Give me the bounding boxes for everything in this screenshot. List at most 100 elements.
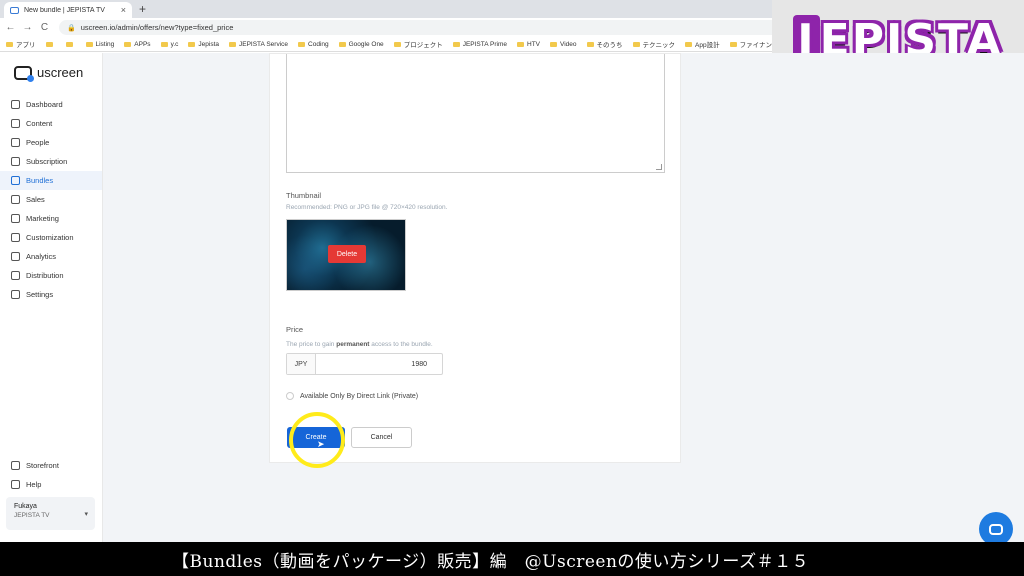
bookmark-label: そのうち <box>596 42 623 49</box>
sidebar-item-label: People <box>26 138 50 147</box>
chevron-down-icon: ▾ <box>84 511 88 518</box>
browser-tab[interactable]: New bundle | JEPISTA TV × <box>4 2 132 18</box>
sidebar-item-marketing[interactable]: Marketing <box>0 209 102 228</box>
thumbnail-hint: Recommended: PNG or JPG file @ 720×420 r… <box>286 204 448 211</box>
bookmark-label: JEPISTA Service <box>239 40 289 48</box>
uscreen-logo-icon <box>14 65 34 82</box>
thumbnail-label: Thumbnail <box>286 191 322 200</box>
bookmark-item[interactable]: HTV <box>517 41 540 48</box>
refresh-icon <box>11 157 20 166</box>
folder-icon <box>11 119 20 128</box>
chart-icon <box>11 252 20 261</box>
distribution-icon <box>11 271 20 280</box>
chat-icon <box>989 523 1003 535</box>
private-label: Available Only By Direct Link (Private) <box>300 392 419 400</box>
reload-icon[interactable]: C <box>38 22 51 33</box>
bookmark-item[interactable]: Coding <box>298 41 329 48</box>
bookmark-item[interactable]: テクニック <box>632 39 676 49</box>
folder-icon <box>229 41 236 47</box>
dollar-icon <box>11 195 20 204</box>
bookmark-item[interactable]: そのうち <box>586 39 623 49</box>
delete-thumbnail-button[interactable]: Delete <box>328 245 366 263</box>
bookmark-label: App設計 <box>695 42 720 49</box>
bookmark-label: アプリ <box>16 42 36 49</box>
description-textarea[interactable] <box>286 54 665 173</box>
folder-icon <box>338 41 346 47</box>
sidebar-item-subscription[interactable]: Subscription <box>0 152 102 171</box>
bookmark-item[interactable]: Video <box>550 41 577 48</box>
price-input-group: JPY 1980 <box>286 353 443 375</box>
bookmark-item[interactable]: y.c <box>160 40 179 48</box>
bookmark-item[interactable]: アプリ <box>6 39 36 49</box>
bookmark-item[interactable]: プロジェクト <box>393 39 443 49</box>
sidebar-nav: Dashboard Content People Subscription Bundle… <box>0 95 102 304</box>
sidebar-item-distribution[interactable]: Distribution <box>0 266 102 285</box>
sidebar-item-help[interactable]: Help <box>0 475 102 494</box>
sidebar-item-label: Sales <box>26 195 45 204</box>
bookmark-item[interactable]: APPs <box>124 41 151 48</box>
edit-icon <box>11 233 20 242</box>
mouse-cursor-icon: ➤ <box>317 439 325 449</box>
folder-icon <box>160 41 168 47</box>
sidebar-item-label: Content <box>26 119 53 128</box>
folder-icon <box>452 41 460 47</box>
url-bar[interactable]: 🔒 uscreen.io/admin/offers/new?type=fixed… <box>59 20 789 35</box>
sidebar-item-label: Help <box>26 480 42 489</box>
folder-icon <box>65 41 73 47</box>
sidebar-item-label: Distribution <box>26 271 64 280</box>
folder-icon <box>45 41 53 47</box>
tab-close-icon[interactable]: × <box>121 5 126 15</box>
price-hint: The price to gain permanent access to th… <box>286 341 433 348</box>
currency-select[interactable]: JPY <box>287 354 316 374</box>
private-option[interactable]: Available Only By Direct Link (Private) <box>286 392 418 400</box>
help-icon <box>11 480 20 489</box>
sidebar-item-analytics[interactable]: Analytics <box>0 247 102 266</box>
folder-icon <box>550 41 557 47</box>
url-text: uscreen.io/admin/offers/new?type=fixed_p… <box>80 23 234 32</box>
sidebar-item-people[interactable]: People <box>0 133 102 152</box>
sidebar-item-storefront[interactable]: Storefront <box>0 456 102 475</box>
dashboard-icon <box>11 100 20 109</box>
bookmark-label: テクニック <box>642 42 676 49</box>
sidebar-item-content[interactable]: Content <box>0 114 102 133</box>
sidebar-bottom-nav: Storefront Help <box>0 456 102 494</box>
account-switcher[interactable]: Fukaya JEPISTA TV ▾ <box>6 497 95 530</box>
bookmark-item[interactable]: Google One <box>338 41 384 48</box>
forward-icon[interactable]: → <box>21 22 34 33</box>
bookmark-item[interactable]: JEPISTA Service <box>229 41 288 48</box>
bookmark-item[interactable]: Jepista <box>188 41 219 48</box>
sidebar-item-sales[interactable]: Sales <box>0 190 102 209</box>
account-name: Fukaya <box>14 503 37 510</box>
sidebar-item-label: Analytics <box>26 252 57 261</box>
sidebar-item-label: Bundles <box>26 176 54 185</box>
bookmark-item[interactable]: Listing <box>85 41 114 48</box>
back-icon[interactable]: ← <box>4 22 17 33</box>
folder-icon <box>6 41 13 47</box>
price-input[interactable]: 1980 <box>316 361 442 368</box>
bookmark-item[interactable]: App設計 <box>685 39 720 49</box>
sidebar-item-customization[interactable]: Customization <box>0 228 102 247</box>
sidebar-item-label: Subscription <box>26 157 68 166</box>
folder-icon <box>517 41 524 47</box>
bookmark-item[interactable] <box>45 41 56 47</box>
chat-support-button[interactable] <box>979 512 1013 546</box>
sidebar-item-dashboard[interactable]: Dashboard <box>0 95 102 114</box>
folder-icon <box>85 41 93 47</box>
sidebar-item-label: Dashboard <box>26 100 63 109</box>
sidebar-item-label: Customization <box>26 233 74 242</box>
gear-icon <box>11 290 20 299</box>
sidebar-item-settings[interactable]: Settings <box>0 285 102 304</box>
cancel-button[interactable]: Cancel <box>351 427 412 448</box>
lock-icon: 🔒 <box>67 24 76 32</box>
bundle-form-card: Thumbnail Recommended: PNG or JPG file @… <box>269 53 681 468</box>
people-icon <box>11 138 20 147</box>
private-checkbox[interactable] <box>286 392 294 400</box>
sidebar-item-bundles[interactable]: Bundles <box>0 171 102 190</box>
bookmark-label: y.c <box>170 40 179 48</box>
uscreen-logo[interactable]: uscreen <box>14 65 83 82</box>
new-tab-button[interactable]: + <box>139 2 146 16</box>
box-icon <box>11 176 20 185</box>
bookmark-item[interactable]: JEPISTA Prime <box>452 41 507 48</box>
price-label: Price <box>286 325 304 334</box>
bookmark-item[interactable] <box>65 41 76 47</box>
